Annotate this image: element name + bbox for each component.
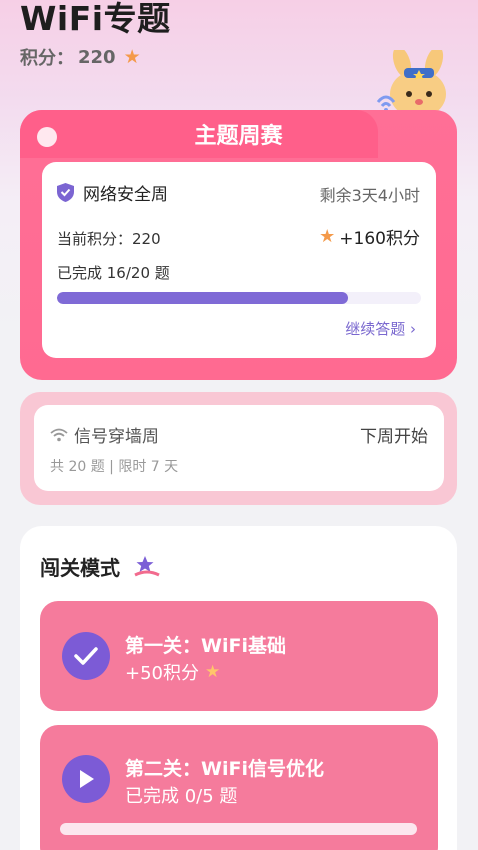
weekly-topic-name: 网络安全周 [83, 185, 168, 205]
levels-heading: 闯关模式 [40, 552, 160, 581]
weekly-bonus-text: +160积分 [339, 229, 420, 249]
next-week-topic-name: 信号穿墙周 [74, 427, 159, 447]
weekly-progress-bar [57, 292, 421, 304]
weekly-completed: 已完成 16/20 题 [57, 264, 170, 282]
weekly-current-points: 当前积分：220 [57, 230, 161, 248]
level-1-reward: +50积分 ★ [125, 659, 220, 685]
points-summary: 积分： 220 ★ [20, 44, 171, 70]
next-week-start: 下周开始 [360, 427, 428, 447]
next-week-panel[interactable] [34, 405, 444, 491]
weekly-progress-fill [57, 292, 349, 304]
page-title: WiFi专题 [20, 0, 171, 38]
shield-icon [57, 183, 74, 202]
play-icon [62, 755, 110, 803]
weekly-topic: 网络安全周 [56, 180, 168, 205]
level-2-title: 第二关：WiFi信号优化 [125, 758, 324, 780]
check-icon [62, 632, 110, 680]
continue-button[interactable]: 继续答题 › [345, 318, 416, 339]
points-value: 220 [78, 46, 116, 68]
level-1-title: 第一关：WiFi基础 [125, 635, 286, 657]
level-1-reward-text: +50积分 [125, 663, 199, 684]
page: WiFi专题 积分： 220 ★ 主题周赛 网络安全周 剩余3天4小时 当前积分… [0, 0, 478, 850]
weekly-title: 主题周赛 [194, 124, 283, 149]
levels-heading-text: 闯关模式 [40, 556, 120, 580]
next-week-topic: 信号穿墙周 [50, 422, 159, 447]
level-2-progress-text: 已完成 0/5 题 [125, 786, 238, 807]
next-week-meta: 共 20 题 | 限时 7 天 [50, 459, 179, 475]
points-label: 积分： [20, 48, 74, 69]
header: WiFi专题 积分： 220 ★ [20, 0, 171, 70]
level-badge-icon [134, 555, 160, 576]
level-2-progress-bar [60, 823, 417, 835]
star-icon: ★ [319, 226, 336, 247]
star-icon: ★ [123, 46, 141, 68]
star-icon: ★ [205, 662, 221, 682]
wifi-icon [50, 428, 68, 441]
weekly-remaining: 剩余3天4小时 [319, 186, 420, 205]
weekly-bonus: ★ +160积分 [319, 224, 420, 249]
